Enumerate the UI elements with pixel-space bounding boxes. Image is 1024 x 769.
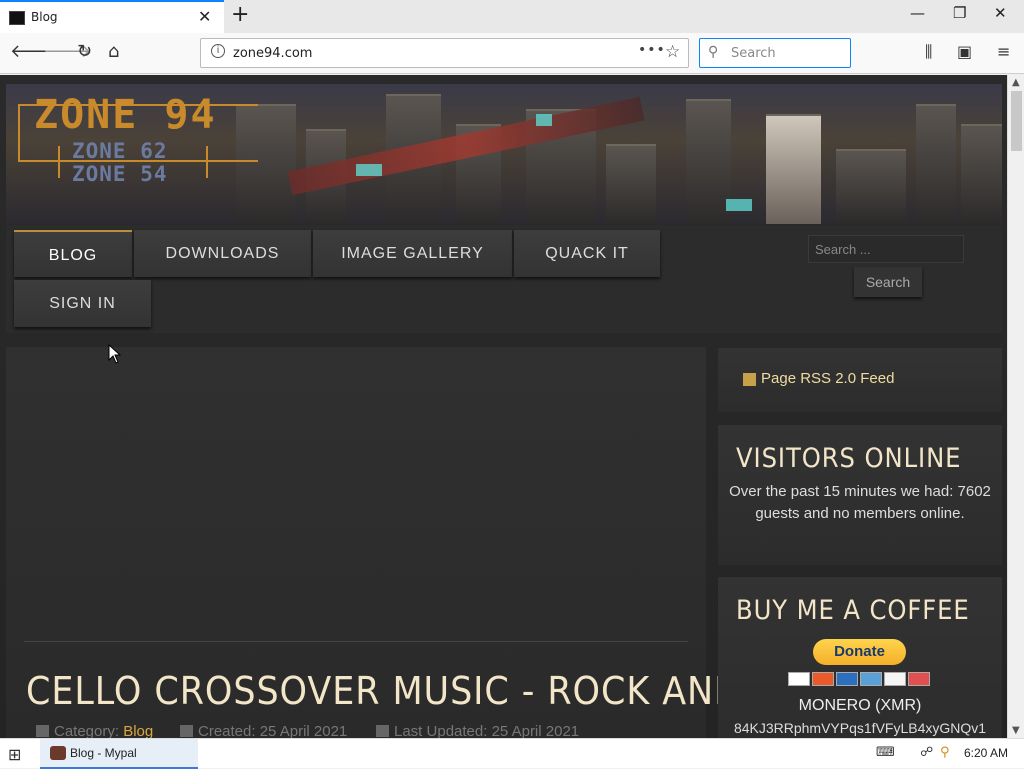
security-icon[interactable]: ⚲ [940,745,950,760]
site-banner: ZONE 94 ZONE 62 ZONE 54 [6,84,1002,224]
windows-start-icon[interactable]: ⊞ [8,745,21,764]
reload-icon[interactable]: ↻ [77,41,92,62]
taskbar: ⊞ Blog - Mypal ⌨ ☍ ⚲ 6:20 AM [0,738,1024,769]
site-nav: BLOG DOWNLOADS IMAGE GALLERY QUACK IT SI… [6,225,1002,333]
restore-button[interactable]: ❐ [953,4,966,22]
minimize-button[interactable]: — [910,4,925,22]
menu-quack-it[interactable]: QUACK IT [514,230,660,277]
rss-link[interactable]: Page RSS 2.0 Feed [761,370,894,387]
visitors-text: Over the past 15 minutes we had: 7602 gu… [729,483,991,522]
url-bar[interactable]: i zone94.com ••• ☆ [200,38,689,68]
home-icon[interactable]: ⌂ [108,41,119,62]
scroll-up-icon[interactable]: ▲ [1012,77,1020,88]
folder-icon [36,725,49,737]
tab-blog[interactable]: Blog ✕ [0,0,224,33]
category-link[interactable]: Blog [123,723,153,738]
search-icon: ⚲ [708,44,719,60]
visitors-title: VISITORS ONLINE [736,443,962,474]
created-date: Created: 25 April 2021 [198,723,348,738]
article-category: Category: Blog [36,723,153,738]
taskbar-item-mypal[interactable]: Blog - Mypal [40,739,198,769]
tab-title: Blog [31,10,58,24]
calendar-icon [180,725,193,737]
site-favicon-icon [9,11,25,25]
bookmark-star-icon[interactable]: ☆ [665,42,680,62]
network-icon[interactable]: ☍ [920,745,933,760]
scroll-thumb[interactable] [1011,91,1022,151]
taskbar-item-label: Blog - Mypal [70,746,137,760]
category-label: Category: [54,723,120,738]
tab-close-icon[interactable]: ✕ [198,7,211,26]
monero-address: 84KJ3RRphmVYPqs1fVFyLB4xyGNQv1 [733,720,987,736]
url-text[interactable]: zone94.com [233,46,312,61]
site-logo-sub: ZONE 62 [72,139,168,163]
scroll-down-icon[interactable]: ▼ [1012,725,1020,736]
tab-bar: Blog ✕ + — ❐ ✕ [0,0,1024,33]
rss-icon [743,373,756,386]
browser-search-input[interactable]: ⚲ Search [699,38,851,68]
library-icon[interactable]: ⫼ [925,42,932,62]
close-window-button[interactable]: ✕ [994,4,1007,22]
article-updated: Last Updated: 25 April 2021 [376,723,579,738]
web-page: ZONE 94 ZONE 62 ZONE 54 BLOG DOWNLOADS I… [0,75,1007,738]
new-tab-button[interactable]: + [231,2,249,27]
site-logo[interactable]: ZONE 94 [34,92,217,138]
calendar-icon [376,725,389,737]
page-actions-icon[interactable]: ••• [638,42,666,58]
mouse-cursor-icon [108,344,122,364]
menu-icon[interactable]: ≡ [997,42,1010,61]
coffee-panel: BUY ME A COFFEE Donate MONERO (XMR) 84KJ… [718,577,1002,738]
monero-label: MONERO (XMR) [798,697,922,714]
donate-button[interactable]: Donate [813,639,906,665]
menu-blog[interactable]: BLOG [14,230,132,277]
rss-panel: Page RSS 2.0 Feed [718,348,1002,412]
divider [24,641,688,642]
site-search-button[interactable]: Search [854,267,922,297]
sidebar-icon[interactable]: ▣ [957,42,972,61]
menu-image-gallery[interactable]: IMAGE GALLERY [313,230,512,277]
mypal-app-icon [50,746,66,760]
article-container: CELLO CROSSOVER MUSIC - ROCK AND METAL C… [6,347,872,738]
updated-date: Last Updated: 25 April 2021 [394,723,580,738]
clock[interactable]: 6:20 AM [964,746,1008,760]
mastercard-icon [812,672,834,686]
bank-card-icon [908,672,930,686]
maestro-icon [836,672,858,686]
discover-icon [884,672,906,686]
amex-icon [860,672,882,686]
nav-toolbar: 🡐 🡒 ↻ ⌂ i zone94.com ••• ☆ ⚲ Search ⫼ ▣ … [0,33,1024,74]
menu-downloads[interactable]: DOWNLOADS [134,230,311,277]
menu-sign-in[interactable]: SIGN IN [14,280,151,327]
site-logo-sub: ZONE 54 [72,162,168,186]
page-scrollbar[interactable]: ▲ ▼ [1007,75,1024,738]
visa-card-icon [788,672,810,686]
browser-search-placeholder: Search [731,46,776,61]
keyboard-icon[interactable]: ⌨ [876,745,895,760]
article-created: Created: 25 April 2021 [180,723,347,738]
site-search-input[interactable]: Search ... [808,235,964,263]
info-icon[interactable]: i [211,44,225,58]
coffee-title: BUY ME A COFFEE [736,595,970,626]
visitors-panel: VISITORS ONLINE Over the past 15 minutes… [718,425,1002,565]
